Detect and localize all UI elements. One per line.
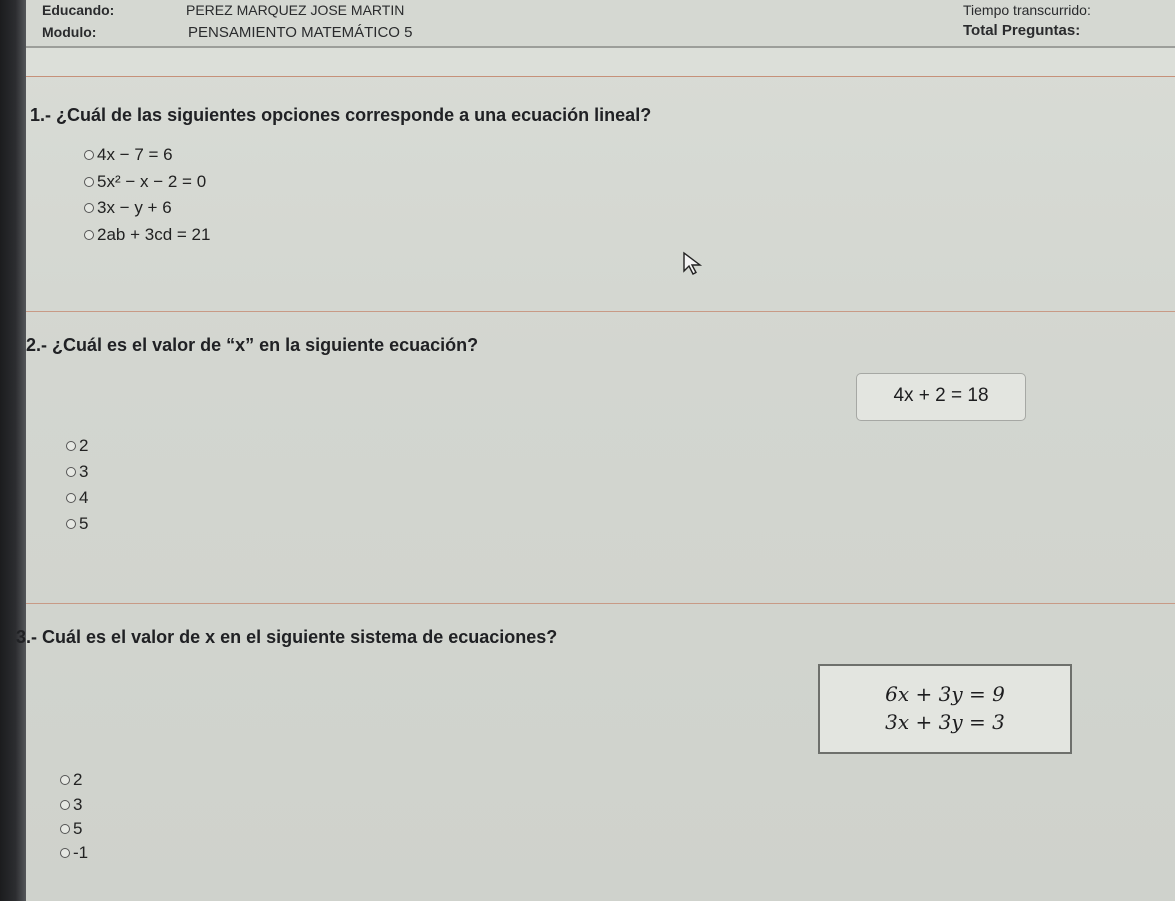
- q2-option-2[interactable]: 3: [66, 462, 88, 482]
- radio-button[interactable]: [66, 493, 76, 503]
- q1-option-2[interactable]: 5x² − x − 2 = 0: [84, 172, 206, 192]
- module-label: Modulo:: [42, 24, 97, 40]
- q3-option-1-label: 2: [73, 770, 83, 789]
- student-name: PEREZ MARQUEZ JOSE MARTIN: [186, 2, 405, 18]
- monitor-bezel: [0, 0, 26, 901]
- q2-option-2-label: 3: [79, 462, 89, 481]
- q3-option-4-label: -1: [73, 843, 89, 862]
- divider: [26, 311, 1175, 312]
- q1-option-3-label: 3x − y + 6: [97, 198, 172, 217]
- q2-option-3-label: 4: [79, 488, 89, 507]
- q3-option-2[interactable]: 3: [60, 795, 82, 815]
- q3-option-1[interactable]: 2: [60, 770, 82, 790]
- radio-button[interactable]: [66, 441, 76, 451]
- question-1-number: 1.-: [30, 105, 52, 125]
- radio-button[interactable]: [84, 150, 94, 160]
- q3-option-4[interactable]: -1: [60, 843, 88, 863]
- q1-option-4[interactable]: 2ab + 3cd = 21: [84, 225, 210, 245]
- question-1: 1.- ¿Cuál de las siguientes opciones cor…: [30, 105, 651, 126]
- radio-button[interactable]: [60, 848, 70, 858]
- q1-option-1-label: 4x − 7 = 6: [97, 145, 173, 164]
- equation-2: 3x + 3y = 3: [885, 710, 1005, 734]
- question-1-text: ¿Cuál de las siguientes opciones corresp…: [56, 105, 652, 125]
- question-2-text: ¿Cuál es el valor de “x” en la siguiente…: [52, 335, 479, 355]
- module-name: PENSAMIENTO MATEMÁTICO 5: [188, 24, 413, 41]
- radio-button[interactable]: [84, 203, 94, 213]
- q1-option-3[interactable]: 3x − y + 6: [84, 198, 172, 218]
- radio-button[interactable]: [60, 775, 70, 785]
- header-band: [26, 48, 1175, 77]
- q3-option-3[interactable]: 5: [60, 819, 82, 839]
- q1-option-2-label: 5x² − x − 2 = 0: [97, 172, 207, 191]
- radio-button[interactable]: [60, 824, 70, 834]
- radio-button[interactable]: [66, 467, 76, 477]
- q3-option-2-label: 3: [73, 795, 83, 814]
- exam-header: Educando: PEREZ MARQUEZ JOSE MARTIN Tiem…: [26, 0, 1175, 48]
- q2-option-4[interactable]: 5: [66, 514, 88, 534]
- question-3-text: Cuál es el valor de x en el siguiente si…: [42, 627, 558, 647]
- q2-option-3[interactable]: 4: [66, 488, 88, 508]
- q2-option-4-label: 5: [79, 514, 89, 533]
- mouse-pointer-icon: [683, 251, 703, 275]
- q1-option-4-label: 2ab + 3cd = 21: [97, 225, 211, 244]
- radio-button[interactable]: [84, 230, 94, 240]
- radio-button[interactable]: [66, 519, 76, 529]
- total-questions-label: Total Preguntas:: [963, 22, 1081, 39]
- exam-page: Educando: PEREZ MARQUEZ JOSE MARTIN Tiem…: [16, 0, 1175, 901]
- q2-option-1-label: 2: [79, 436, 89, 455]
- question-2-number: 2.-: [26, 335, 48, 355]
- q1-option-1[interactable]: 4x − 7 = 6: [84, 145, 173, 165]
- radio-button[interactable]: [84, 177, 94, 187]
- equation-1: 6x + 3y = 9: [885, 682, 1005, 706]
- question-2: 2.- ¿Cuál es el valor de “x” en la sigui…: [26, 335, 478, 356]
- q2-option-1[interactable]: 2: [66, 436, 88, 456]
- equation: 4x + 2 = 18: [893, 385, 989, 406]
- radio-button[interactable]: [60, 800, 70, 810]
- divider: [26, 603, 1175, 604]
- question-3: 3.- Cuál es el valor de x en el siguient…: [16, 627, 557, 648]
- q3-option-3-label: 5: [73, 819, 83, 838]
- question-3-number: 3.-: [16, 627, 38, 647]
- equation-box: 4x + 2 = 18: [856, 373, 1026, 421]
- student-label: Educando:: [42, 2, 115, 18]
- equation-system-box: 6x + 3y = 9 3x + 3y = 3: [818, 664, 1072, 754]
- elapsed-time-label: Tiempo transcurrido:: [963, 2, 1091, 18]
